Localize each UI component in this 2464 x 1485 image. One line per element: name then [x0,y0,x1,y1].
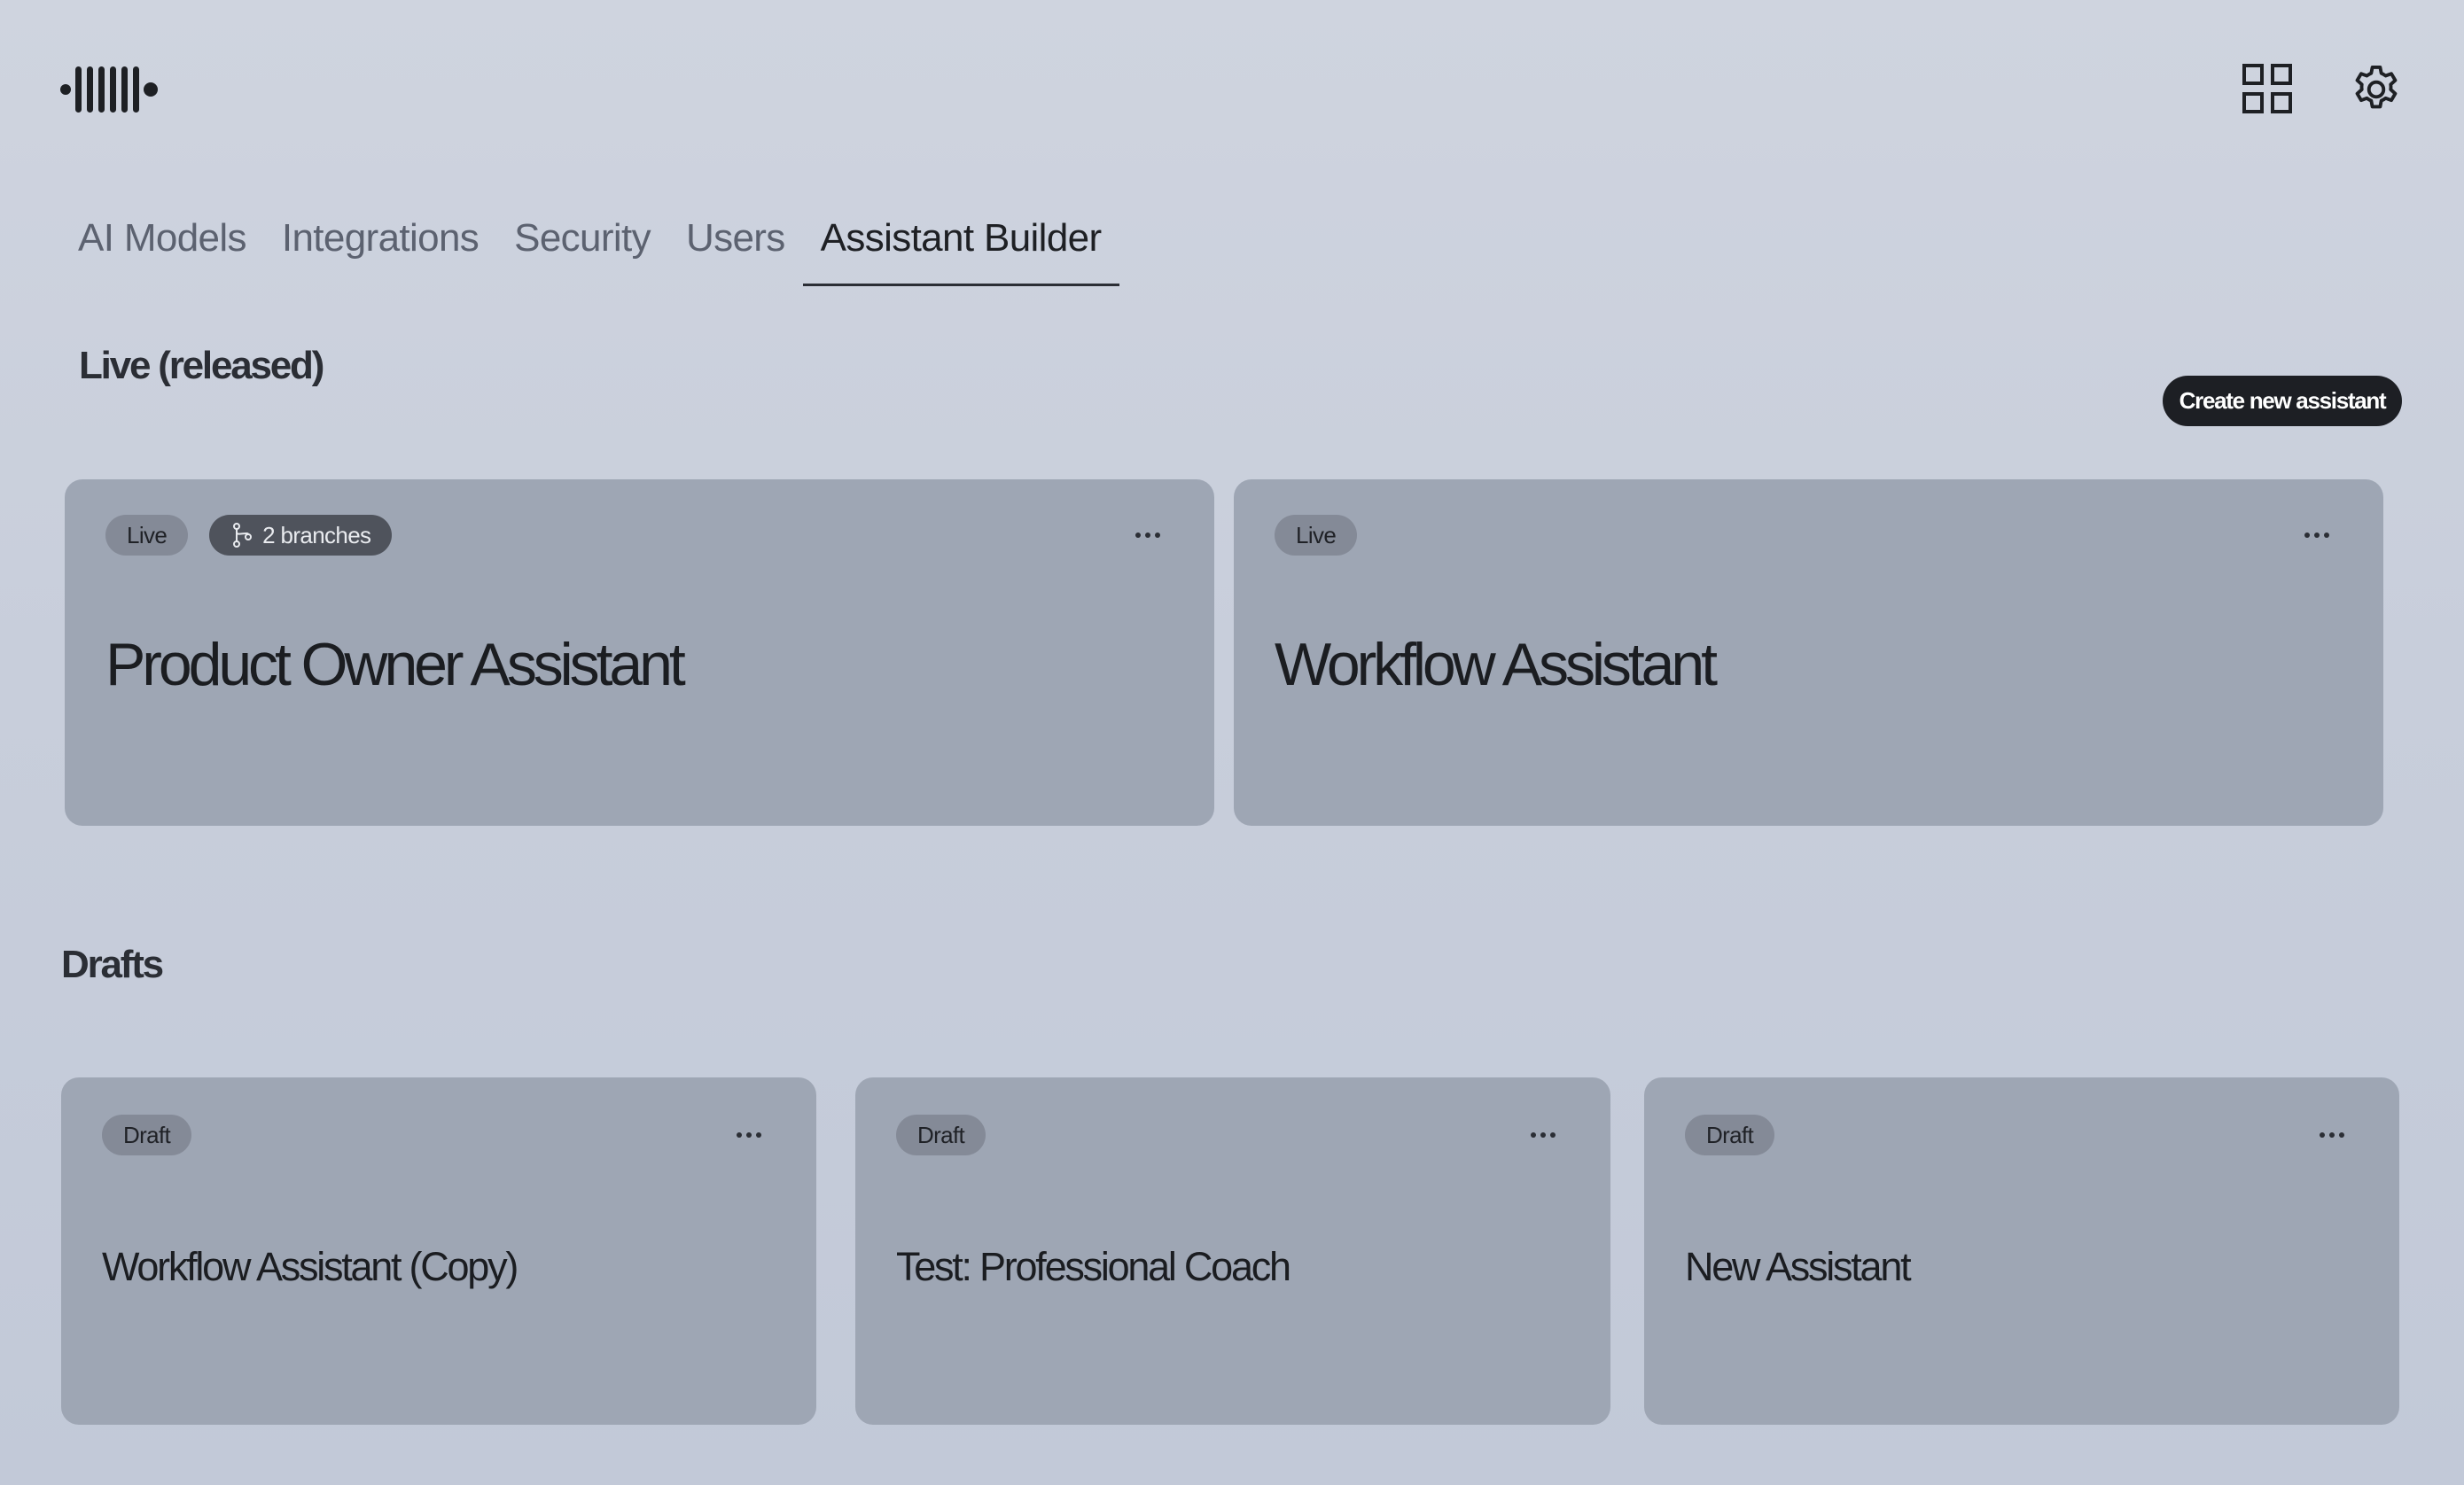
more-dot-icon [746,1132,752,1138]
grid-view-button[interactable] [2241,62,2296,117]
assistant-card-workflow[interactable]: Live Workflow Assistant [1234,479,2383,826]
more-dot-icon [2324,533,2329,538]
grid-icon [2242,64,2292,113]
more-dot-icon [1531,1132,1536,1138]
card-menu-button[interactable] [724,1117,774,1153]
more-dot-icon [1135,533,1141,538]
more-dot-icon [737,1132,742,1138]
draft-card-workflow-copy[interactable]: Draft Workflow Assistant (Copy) [61,1077,816,1425]
gear-icon [2355,66,2398,109]
more-dot-icon [2339,1132,2344,1138]
card-menu-button[interactable] [2292,517,2342,553]
app-logo[interactable] [60,64,158,115]
card-menu-button[interactable] [1123,517,1173,553]
drafts-section-title: Drafts [61,943,164,986]
status-badge: Live [105,515,189,556]
more-dot-icon [1145,533,1150,538]
branches-badge: 2 branches [209,515,393,556]
more-dot-icon [1155,533,1160,538]
main-tabs: AI Models Integrations Security Users As… [60,209,1119,286]
draft-title: New Assistant [1685,1244,1912,1289]
more-dot-icon [1550,1132,1556,1138]
assistant-card-product-owner[interactable]: Live 2 branches Product Owner Assistant [65,479,1214,826]
status-badge: Draft [1685,1115,1775,1155]
more-dot-icon [2320,1132,2325,1138]
tab-assistant-builder[interactable]: Assistant Builder [802,209,1119,286]
git-branch-icon [233,523,253,548]
status-badge: Draft [102,1115,192,1155]
card-menu-button[interactable] [2307,1117,2357,1153]
more-dot-icon [1540,1132,1546,1138]
status-badge: Live [1275,515,1358,556]
tab-security[interactable]: Security [496,209,668,286]
draft-title: Test: Professional Coach [896,1244,1291,1289]
draft-card-professional-coach[interactable]: Draft Test: Professional Coach [855,1077,1610,1425]
more-dot-icon [756,1132,761,1138]
card-menu-button[interactable] [1518,1117,1568,1153]
assistant-title: Workflow Assistant [1275,631,1718,698]
tab-ai-models[interactable]: AI Models [60,209,264,286]
status-badge: Draft [896,1115,986,1155]
more-dot-icon [2329,1132,2335,1138]
tab-integrations[interactable]: Integrations [264,209,496,286]
assistant-title: Product Owner Assistant [105,631,686,698]
branches-label: 2 branches [262,521,371,548]
draft-card-new-assistant[interactable]: Draft New Assistant [1644,1077,2399,1425]
more-dot-icon [2304,533,2310,538]
live-section-title: Live (released) [79,344,324,387]
draft-title: Workflow Assistant (Copy) [102,1244,519,1289]
more-dot-icon [2314,533,2320,538]
settings-button[interactable] [2349,62,2404,117]
audio-waveform-logo-icon [60,66,158,113]
create-new-assistant-button[interactable]: Create new assistant [2163,376,2402,426]
tab-users[interactable]: Users [668,209,803,286]
